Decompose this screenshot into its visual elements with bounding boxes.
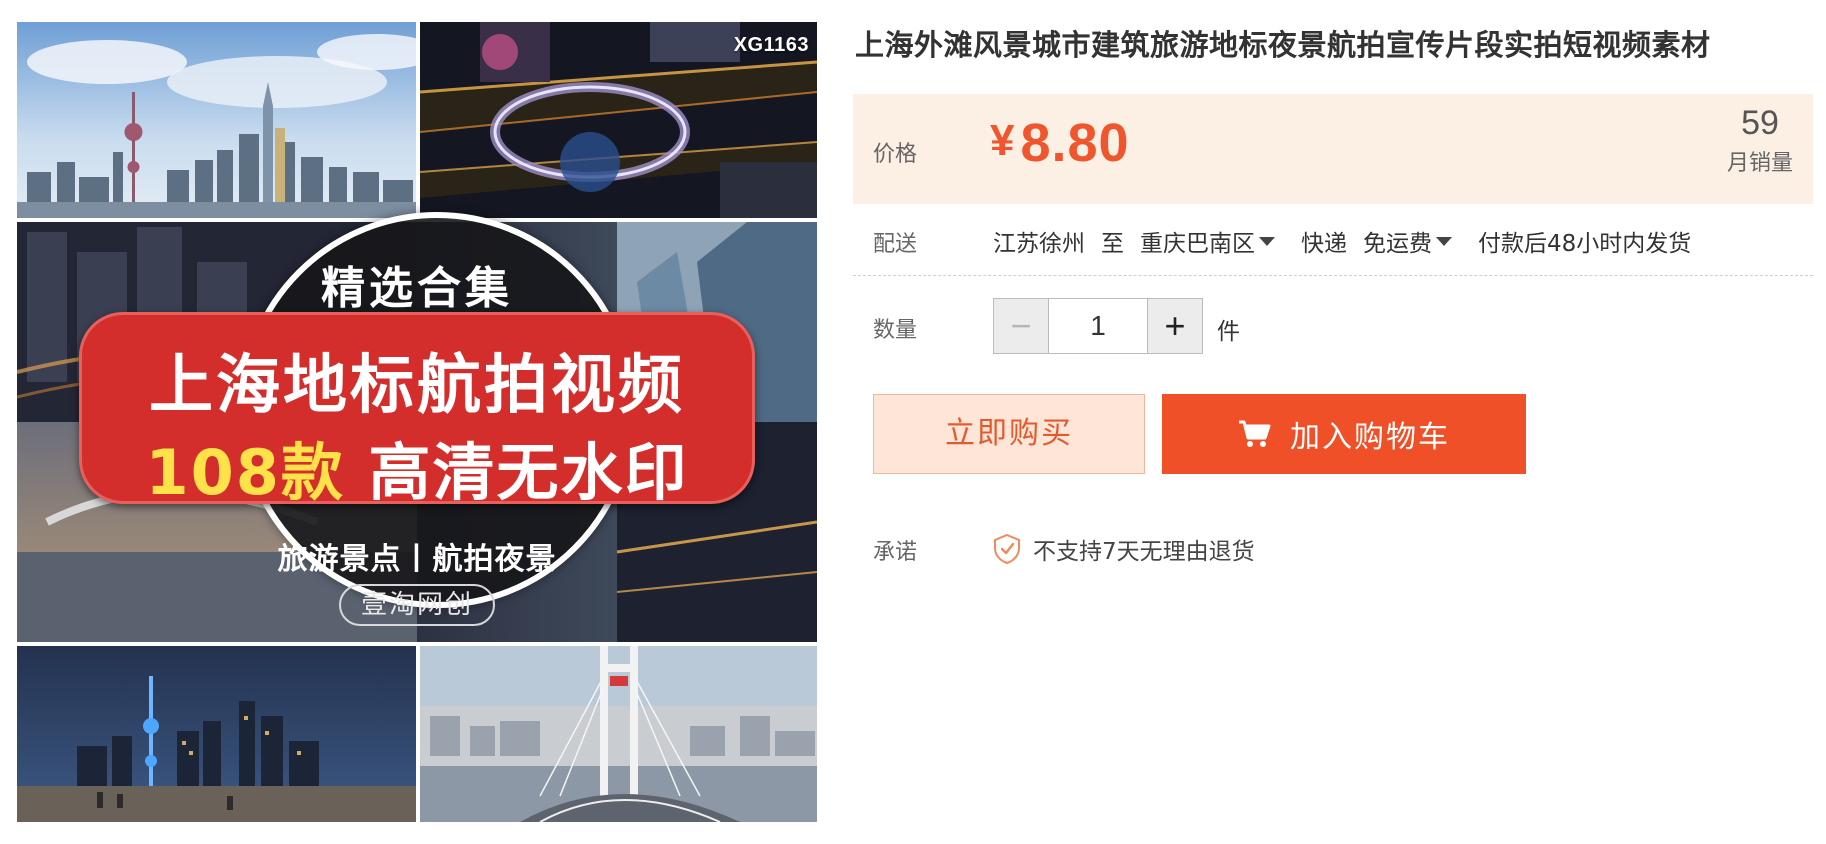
quantity-unit: 件 [1217, 319, 1240, 345]
ship-origin: 江苏徐州 [993, 231, 1085, 257]
cart-icon [1239, 420, 1271, 447]
ship-destination[interactable]: 重庆巴南区 [1140, 224, 1255, 258]
skyline-night-photo [17, 646, 416, 822]
shield-check-icon [994, 533, 1020, 565]
ship-fee[interactable]: 免运费 [1363, 224, 1432, 258]
quantity-stepper: − 1 + [993, 298, 1203, 354]
sales-label: 月销量 [1726, 151, 1793, 176]
increase-button[interactable]: + [1147, 299, 1202, 353]
caret-down-icon[interactable] [1436, 236, 1452, 246]
banner-title: 上海地标航拍视频 [149, 349, 685, 423]
bridge-photo [420, 646, 817, 822]
shipping-label: 配送 [873, 232, 918, 257]
shipping-info: 江苏徐州 至 重庆巴南区 快递 免运费 付款后48小时内发货 [993, 224, 1691, 258]
quantity-row: 数量 − 1 + 件 [853, 276, 1813, 376]
product-info: 上海外滩风景城市建筑旅游地标夜景航拍宣传片段实拍短视频素材 价格 ¥8.80 5… [853, 0, 1813, 844]
product-title: 上海外滩风景城市建筑旅游地标夜景航拍宣传片段实拍短视频素材 [855, 28, 1711, 62]
add-to-cart-label: 加入购物车 [1290, 420, 1450, 455]
price-label: 价格 [873, 142, 918, 167]
badge-heading: 精选合集 [321, 263, 513, 314]
price-amount: 8.80 [1020, 113, 1130, 173]
dispatch-time: 付款后48小时内发货 [1478, 231, 1692, 257]
add-to-cart-button[interactable]: 加入购物车 [1162, 394, 1526, 474]
quantity-input[interactable]: 1 [1049, 299, 1147, 353]
buy-now-button[interactable]: 立即购买 [873, 394, 1145, 474]
monthly-sales: 59 月销量 [1727, 104, 1793, 177]
promise-item[interactable]: 不支持7天无理由退货 [993, 532, 1255, 566]
caret-down-icon[interactable] [1259, 236, 1275, 246]
badge-tags: 旅游景点丨航拍夜景 [277, 542, 557, 577]
shipping-row: 配送 江苏徐州 至 重庆巴南区 快递 免运费 付款后48小时内发货 [853, 204, 1813, 276]
banner-subtitle: 108款 高清无水印 [79, 422, 755, 512]
quantity-label: 数量 [873, 318, 918, 343]
brand-pill: 壹淘网创 [339, 584, 495, 626]
skyline-day-photo [17, 22, 416, 218]
product-image[interactable]: XG1163 精选合集 上海地标航拍视频 108款 高清无水印 旅游景点丨航拍夜… [17, 22, 817, 822]
promise-label: 承诺 [873, 540, 918, 565]
price-value: ¥8.80 [990, 112, 1130, 174]
currency-symbol: ¥ [990, 116, 1015, 165]
product-code: XG1163 [733, 34, 809, 56]
night-aerial-photo: XG1163 [420, 22, 817, 218]
banner-quality: 高清无水印 [368, 436, 689, 509]
promise-row: 承诺 不支持7天无理由退货 [853, 522, 1813, 572]
decrease-button[interactable]: − [994, 299, 1049, 353]
promise-text: 不支持7天无理由退货 [1033, 539, 1255, 565]
banner-count: 108款 [145, 436, 345, 509]
ship-to-word: 至 [1101, 231, 1124, 257]
ship-method[interactable]: 快递 [1301, 224, 1347, 258]
sales-count: 59 [1741, 104, 1779, 142]
price-box: 价格 ¥8.80 59 月销量 [853, 94, 1813, 204]
